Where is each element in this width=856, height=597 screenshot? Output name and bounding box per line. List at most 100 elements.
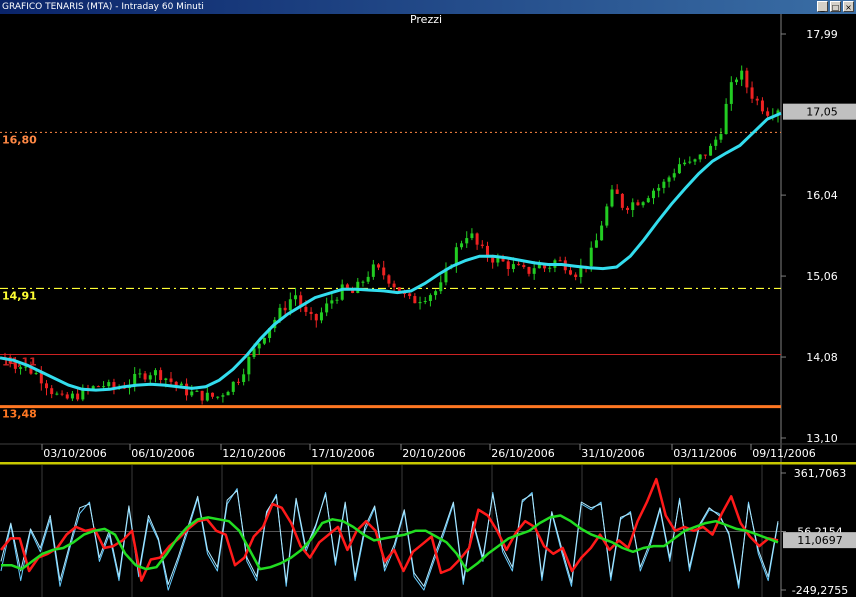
candle-body [169, 378, 173, 382]
close-button[interactable]: × [843, 1, 854, 12]
candle-body [335, 299, 339, 301]
candle-body [475, 233, 479, 245]
date-tick-label-6: 31/10/2006 [581, 447, 644, 460]
level-label-1: 14,91 [2, 289, 37, 302]
candle-body [159, 370, 163, 380]
candle-body [626, 207, 630, 211]
candle-body [677, 164, 681, 174]
candle-body [620, 193, 624, 208]
candle-body [413, 296, 417, 304]
title-bar[interactable]: GRAFICO TENARIS (MTA) - Intraday 60 Minu… [0, 0, 856, 14]
candle-body [236, 381, 240, 383]
candle-body [527, 266, 531, 274]
date-tick-label-1: 06/10/2006 [131, 447, 194, 460]
candle-body [755, 98, 759, 101]
candle-body [70, 393, 74, 399]
candle-body [506, 261, 510, 269]
candle-body [511, 264, 515, 269]
candle-body [646, 198, 650, 203]
candle-body [371, 264, 375, 277]
date-tick-label-8: 09/11/2006 [752, 447, 815, 460]
candle-body [480, 244, 484, 246]
candle-body [377, 264, 381, 268]
price-tick-label-3: 14,08 [806, 351, 838, 364]
candle-body [19, 367, 23, 369]
candle-body [190, 391, 194, 396]
candle-body [719, 134, 723, 140]
candle-body [698, 154, 702, 160]
candle-body [76, 393, 80, 400]
minimize-button[interactable]: _ [817, 1, 828, 12]
candle-body [470, 233, 474, 239]
candle-body [714, 139, 718, 146]
candle-body [262, 337, 266, 344]
candle-body [226, 391, 230, 396]
price-chart-background [0, 14, 856, 462]
candle-body [174, 381, 178, 386]
candle-body [195, 390, 199, 392]
osc-current-value-label: 11,0697 [797, 534, 843, 547]
candle-body [216, 396, 220, 398]
candle-body [24, 366, 28, 368]
candle-body [491, 257, 495, 263]
price-chart[interactable]: Prezzi 16,8014,9114,1113,48 17,9916,0415… [0, 14, 856, 462]
candle-body [465, 238, 469, 244]
candle-body [460, 243, 464, 248]
candle-body [517, 264, 521, 266]
candle-body [179, 383, 183, 386]
candle-body [382, 267, 386, 276]
candle-body [185, 383, 189, 396]
candle-body [242, 374, 246, 383]
candle-body [148, 375, 152, 380]
candle-body [439, 282, 443, 292]
candle-body [361, 281, 365, 283]
candle-body [392, 283, 396, 288]
candle-body [153, 370, 157, 376]
candle-body [319, 312, 323, 321]
candle-body [750, 87, 754, 99]
candle-body [532, 268, 536, 274]
candle-body [340, 284, 344, 300]
candle-body [45, 383, 49, 389]
date-tick-label-4: 20/10/2006 [402, 447, 465, 460]
candle-body [164, 378, 168, 380]
candle-body [683, 162, 687, 165]
date-tick-label-3: 17/10/2006 [311, 447, 374, 460]
price-tick-label-0: 17,99 [806, 28, 838, 41]
maximize-button[interactable]: □ [830, 1, 841, 12]
candle-body [662, 181, 666, 188]
date-tick-label-2: 12/10/2006 [222, 447, 285, 460]
candle-body [594, 240, 598, 248]
candle-body [729, 82, 733, 104]
candle-body [651, 190, 655, 199]
candle-body [288, 299, 292, 311]
candle-body [558, 260, 562, 262]
oscillator-chart[interactable]: 361,706356,2154-249,275511,0697 [0, 462, 856, 597]
candle-body [548, 267, 552, 269]
candle-body [325, 303, 329, 313]
date-tick-label-0: 03/10/2006 [43, 447, 106, 460]
candle-body [13, 363, 17, 369]
candle-body [418, 302, 422, 304]
candle-body [688, 161, 692, 163]
candle-body [434, 291, 438, 296]
date-tick-label-7: 03/11/2006 [673, 447, 736, 460]
candle-body [55, 393, 59, 395]
candle-body [740, 70, 744, 80]
candle-body [636, 202, 640, 206]
candle-body [760, 100, 764, 112]
price-tick-label-1: 16,04 [806, 189, 838, 202]
window-title: GRAFICO TENARIS (MTA) - Intraday 60 Minu… [2, 2, 204, 12]
candle-body [314, 314, 318, 321]
osc-tick-label-2: -249,2755 [792, 584, 848, 597]
candle-body [641, 202, 645, 206]
candle-body [65, 394, 69, 399]
candle-body [143, 373, 147, 380]
candle-body [257, 343, 261, 349]
candle-body [96, 386, 100, 388]
candle-body [657, 187, 661, 191]
candle-body [605, 206, 609, 226]
window-controls: _ □ × [817, 1, 854, 13]
last-price-label: 17,05 [806, 106, 838, 119]
candle-body [231, 381, 235, 392]
